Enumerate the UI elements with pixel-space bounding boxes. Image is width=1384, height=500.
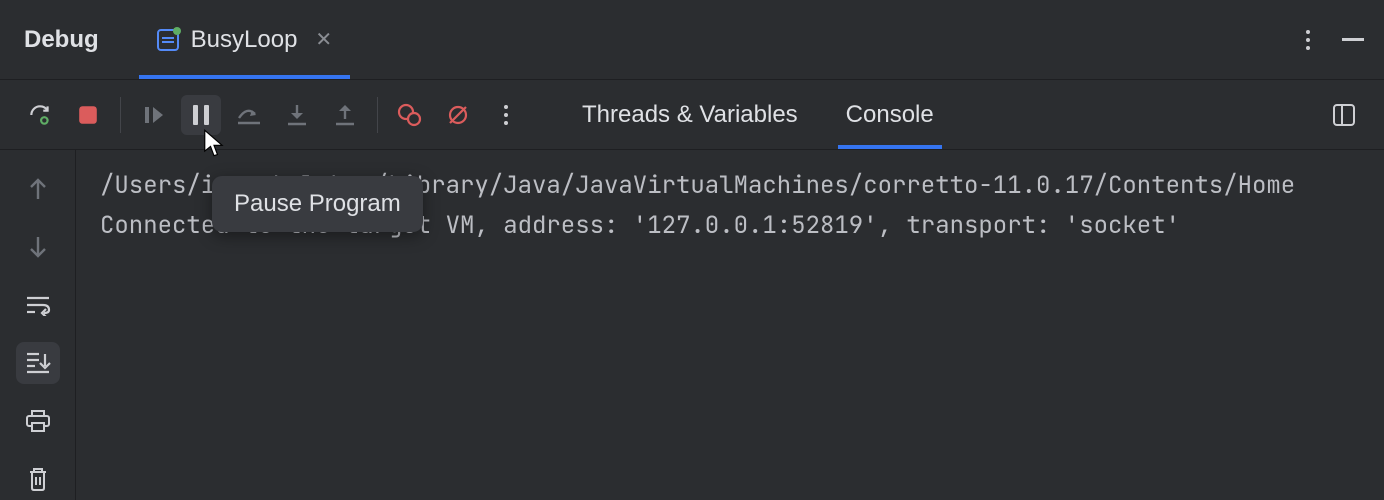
scroll-up-button[interactable] [16, 168, 60, 210]
stop-button[interactable] [68, 95, 108, 135]
scroll-down-button[interactable] [16, 226, 60, 268]
mute-breakpoints-button[interactable] [438, 95, 478, 135]
scroll-to-end-button[interactable] [16, 342, 60, 384]
clear-all-button[interactable] [16, 458, 60, 500]
tab-console[interactable]: Console [822, 80, 958, 149]
soft-wrap-button[interactable] [16, 284, 60, 326]
close-icon[interactable]: ✕ [315, 27, 332, 52]
tab-threads-variables[interactable]: Threads & Variables [558, 80, 822, 149]
panel-title: Debug [24, 26, 99, 54]
view-breakpoints-button[interactable] [390, 95, 430, 135]
toolbar-divider [377, 97, 378, 133]
minimize-icon[interactable] [1342, 38, 1364, 41]
step-out-button[interactable] [325, 95, 365, 135]
rerun-button[interactable] [20, 95, 60, 135]
resume-button[interactable] [133, 95, 173, 135]
layout-settings-button[interactable] [1324, 95, 1364, 135]
run-config-icon [157, 29, 179, 51]
debug-view-tabs: Threads & Variables Console [558, 80, 958, 149]
toolbar-divider [120, 97, 121, 133]
content-area: /Users/igor kulakov/Library/Java/JavaVir… [0, 150, 1384, 500]
step-into-button[interactable] [277, 95, 317, 135]
debug-toolbar: Threads & Variables Console [0, 80, 1384, 150]
console-sidebar [0, 150, 76, 500]
header-bar: Debug BusyLoop ✕ [0, 0, 1384, 80]
more-debug-options[interactable] [486, 95, 526, 135]
pause-button[interactable] [181, 95, 221, 135]
step-over-button[interactable] [229, 95, 269, 135]
more-options-icon[interactable] [1298, 22, 1318, 58]
print-button[interactable] [16, 400, 60, 442]
header-actions [1298, 22, 1364, 58]
tooltip: Pause Program [212, 176, 423, 232]
tab-label: BusyLoop [191, 26, 298, 54]
tab-busyloop[interactable]: BusyLoop ✕ [139, 0, 351, 79]
